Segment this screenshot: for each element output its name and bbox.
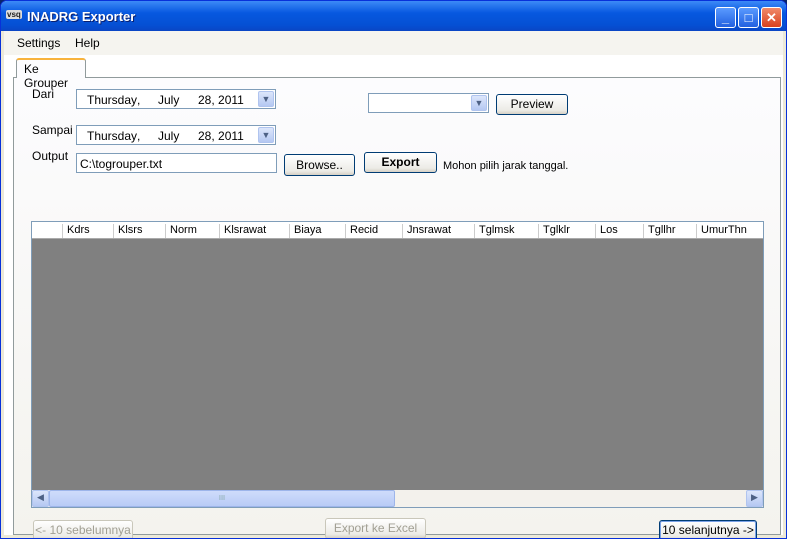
menu-help[interactable]: Help	[75, 36, 100, 50]
horizontal-scrollbar[interactable]: ◀ III ▶	[32, 490, 763, 507]
previous-10-button[interactable]: <- 10 sebelumnya	[33, 520, 133, 538]
preview-button[interactable]: Preview	[496, 94, 568, 115]
menu-bar: Settings Help	[4, 31, 783, 55]
month: July	[158, 129, 180, 143]
sep: ,	[137, 93, 141, 107]
tab-panel: Dari Thursday , July 28, 2011 ▼ Sampai T…	[13, 77, 781, 538]
column-header[interactable]: Tglklr	[538, 224, 570, 238]
weekday: Thursday	[87, 93, 138, 107]
column-header[interactable]: Los	[595, 224, 618, 238]
output-label: Output	[32, 149, 69, 163]
grid-header: Kdrs Klsrs Norm Klsrawat Biaya Recid Jns…	[32, 222, 763, 239]
output-value: C:\togrouper.txt	[80, 157, 163, 171]
window-title: INADRG Exporter	[27, 9, 136, 24]
scroll-thumb[interactable]: III	[49, 490, 395, 507]
title-bar[interactable]: vsq INADRG Exporter _ □ ✕	[1, 1, 786, 31]
export-excel-button[interactable]: Export ke Excel	[325, 518, 426, 538]
sep: ,	[137, 129, 141, 143]
column-header[interactable]: Tgllhr	[643, 224, 676, 238]
scroll-right-icon[interactable]: ▶	[746, 490, 763, 507]
chevron-down-icon[interactable]: ▼	[258, 91, 274, 107]
dari-date-picker[interactable]: Thursday , July 28, 2011 ▼	[76, 89, 276, 109]
close-button[interactable]: ✕	[761, 7, 782, 28]
column-header[interactable]: Norm	[165, 224, 197, 238]
sampai-label: Sampai	[32, 123, 73, 137]
column-header[interactable]: Klsrs	[113, 224, 142, 238]
maximize-button[interactable]: □	[738, 7, 759, 28]
column-header[interactable]: Tglmsk	[474, 224, 514, 238]
next-10-button[interactable]: 10 selanjutnya ->	[659, 520, 757, 538]
minimize-button[interactable]: _	[715, 7, 736, 28]
scroll-left-icon[interactable]: ◀	[32, 490, 49, 507]
column-header[interactable]: Kdrs	[62, 224, 90, 238]
column-header[interactable]: Biaya	[289, 224, 322, 238]
column-header[interactable]: Recid	[345, 224, 378, 238]
menu-settings[interactable]: Settings	[17, 36, 60, 50]
selection-combo[interactable]: ▼	[368, 93, 489, 113]
weekday: Thursday	[87, 129, 138, 143]
tab-ke-grouper[interactable]: Ke Grouper	[16, 58, 86, 90]
day-year: 28, 2011	[198, 93, 244, 107]
export-button[interactable]: Export	[364, 152, 437, 173]
browse-button[interactable]: Browse..	[284, 154, 355, 176]
day-year: 28, 2011	[198, 129, 244, 143]
app-logo-icon: vsq	[6, 10, 22, 19]
chevron-down-icon[interactable]: ▼	[258, 127, 274, 143]
status-text: Mohon pilih jarak tanggal.	[443, 160, 569, 172]
app-window: vsq INADRG Exporter _ □ ✕ Settings Help …	[0, 0, 787, 539]
data-grid[interactable]: Kdrs Klsrs Norm Klsrawat Biaya Recid Jns…	[31, 221, 764, 508]
column-header[interactable]: UmurThn	[696, 224, 747, 238]
month: July	[158, 93, 180, 107]
output-path-input[interactable]: C:\togrouper.txt	[76, 153, 277, 173]
column-header[interactable]: Jnsrawat	[402, 224, 451, 238]
column-header[interactable]: Klsrawat	[219, 224, 266, 238]
sampai-date-picker[interactable]: Thursday , July 28, 2011 ▼	[76, 125, 276, 145]
chevron-down-icon[interactable]: ▼	[471, 95, 487, 111]
